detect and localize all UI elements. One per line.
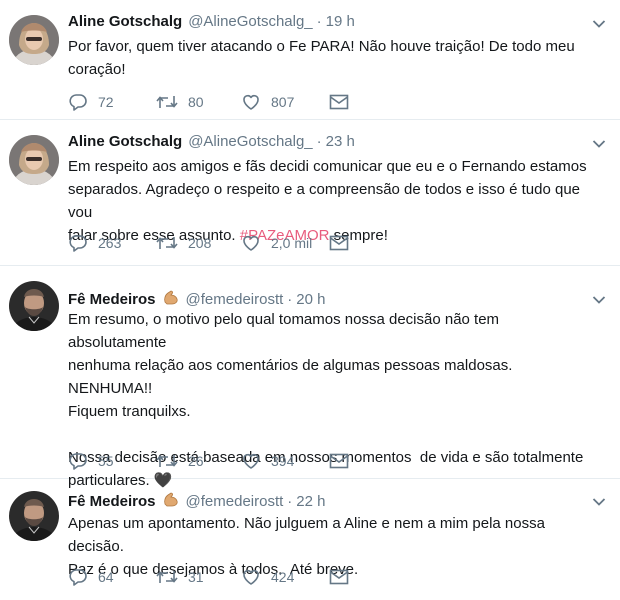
reply-button[interactable]: 64 bbox=[68, 567, 156, 587]
tweet-header: Fê Medeiros @femedeirostt · 20 h bbox=[68, 288, 326, 310]
like-count: 2,0 mil bbox=[271, 235, 313, 251]
author-handle[interactable]: @femedeirostt bbox=[186, 291, 284, 308]
reply-count: 263 bbox=[98, 235, 122, 251]
chevron-down-icon[interactable] bbox=[592, 16, 606, 26]
author-name[interactable]: Aline Gotschalg bbox=[68, 13, 182, 30]
retweet-count: 208 bbox=[188, 235, 212, 251]
chevron-down-icon[interactable] bbox=[592, 292, 606, 302]
reply-icon bbox=[68, 451, 88, 471]
separator-dot: · bbox=[316, 133, 322, 150]
separator-dot: · bbox=[287, 492, 293, 510]
like-count: 394 bbox=[271, 453, 295, 469]
reply-button[interactable]: 72 bbox=[68, 92, 156, 112]
envelope-icon bbox=[329, 453, 349, 469]
like-button[interactable]: 394 bbox=[241, 451, 329, 471]
envelope-icon bbox=[329, 94, 349, 110]
reply-count: 72 bbox=[98, 94, 114, 110]
tweet-1[interactable]: Aline Gotschalg @AlineGotschalg_ · 19 h … bbox=[0, 0, 620, 120]
tweet-header: Aline Gotschalg @AlineGotschalg_ · 23 h bbox=[68, 133, 355, 150]
avatar[interactable] bbox=[9, 491, 59, 541]
tweet-actions: 72 80 807 bbox=[68, 92, 349, 112]
retweet-button[interactable]: 31 bbox=[156, 567, 241, 587]
retweet-icon bbox=[156, 451, 178, 471]
tweet-actions: 64 31 424 bbox=[68, 567, 349, 587]
retweet-icon bbox=[156, 233, 178, 253]
envelope-icon bbox=[329, 235, 349, 251]
reply-count: 64 bbox=[98, 569, 114, 585]
reply-icon bbox=[68, 233, 88, 253]
like-button[interactable]: 2,0 mil bbox=[241, 233, 329, 253]
like-button[interactable]: 424 bbox=[241, 567, 329, 587]
retweet-icon bbox=[156, 92, 178, 112]
tweet-time[interactable]: 19 h bbox=[326, 13, 355, 30]
retweet-icon bbox=[156, 567, 178, 587]
avatar[interactable] bbox=[9, 15, 59, 65]
heart-icon bbox=[241, 233, 261, 253]
retweet-button[interactable]: 26 bbox=[156, 451, 241, 471]
dm-button[interactable] bbox=[329, 453, 349, 469]
reply-button[interactable]: 263 bbox=[68, 233, 156, 253]
muscle-emoji-icon bbox=[162, 490, 180, 512]
author-name[interactable]: Fê Medeiros bbox=[68, 291, 156, 308]
dm-button[interactable] bbox=[329, 235, 349, 251]
author-name[interactable]: Aline Gotschalg bbox=[68, 133, 182, 150]
chevron-down-icon[interactable] bbox=[592, 494, 606, 504]
reply-button[interactable]: 55 bbox=[68, 451, 156, 471]
like-count: 807 bbox=[271, 94, 295, 110]
tweet-actions: 263 208 2,0 mil bbox=[68, 233, 349, 253]
avatar[interactable] bbox=[9, 135, 59, 185]
tweet-header: Aline Gotschalg @AlineGotschalg_ · 19 h bbox=[68, 13, 355, 30]
heart-icon bbox=[241, 451, 261, 471]
retweet-button[interactable]: 80 bbox=[156, 92, 241, 112]
chevron-down-icon[interactable] bbox=[592, 136, 606, 146]
author-handle[interactable]: @femedeirostt bbox=[186, 493, 284, 510]
author-handle[interactable]: @AlineGotschalg_ bbox=[188, 133, 312, 150]
retweet-count: 80 bbox=[188, 94, 204, 110]
separator-dot: · bbox=[316, 13, 322, 30]
tweet-time[interactable]: 22 h bbox=[296, 493, 325, 510]
heart-icon bbox=[241, 567, 261, 587]
tweet-2[interactable]: Aline Gotschalg @AlineGotschalg_ · 23 h … bbox=[0, 120, 620, 266]
separator-dot: · bbox=[287, 290, 293, 308]
dm-button[interactable] bbox=[329, 94, 349, 110]
reply-count: 55 bbox=[98, 453, 114, 469]
tweet-actions: 55 26 394 bbox=[68, 451, 349, 471]
retweet-count: 26 bbox=[188, 453, 204, 469]
reply-icon bbox=[68, 567, 88, 587]
tweet-time[interactable]: 20 h bbox=[296, 291, 325, 308]
avatar[interactable] bbox=[9, 281, 59, 331]
muscle-emoji-icon bbox=[162, 288, 180, 310]
reply-icon bbox=[68, 92, 88, 112]
like-count: 424 bbox=[271, 569, 295, 585]
tweet-header: Fê Medeiros @femedeirostt · 22 h bbox=[68, 490, 326, 512]
dm-button[interactable] bbox=[329, 569, 349, 585]
heart-icon bbox=[241, 92, 261, 112]
retweet-button[interactable]: 208 bbox=[156, 233, 241, 253]
retweet-count: 31 bbox=[188, 569, 204, 585]
tweet-time[interactable]: 23 h bbox=[326, 133, 355, 150]
like-button[interactable]: 807 bbox=[241, 92, 329, 112]
tweet-text: Por favor, quem tiver atacando o Fe PARA… bbox=[68, 38, 575, 78]
author-name[interactable]: Fê Medeiros bbox=[68, 493, 156, 510]
author-handle[interactable]: @AlineGotschalg_ bbox=[188, 13, 312, 30]
tweet-4[interactable]: Fê Medeiros @femedeirostt · 22 h Apenas … bbox=[0, 479, 620, 600]
envelope-icon bbox=[329, 569, 349, 585]
tweet-3[interactable]: Fê Medeiros @femedeirostt · 20 h Em resu… bbox=[0, 266, 620, 489]
